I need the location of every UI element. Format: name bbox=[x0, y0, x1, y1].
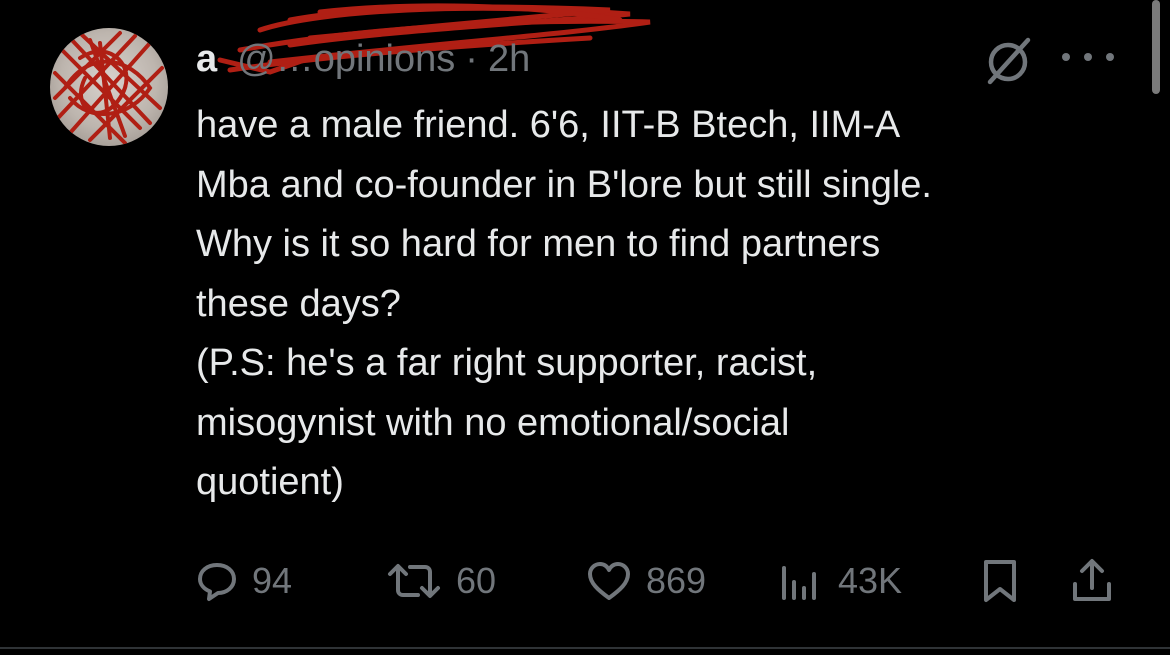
post-text-line: quotient) bbox=[196, 461, 344, 503]
post-text-line: misogynist with no emotional/social bbox=[196, 401, 790, 444]
views-button[interactable]: 43K bbox=[780, 556, 902, 606]
more-dot bbox=[1062, 53, 1070, 61]
post-text-line: Why is it so hard for men to find partne… bbox=[196, 223, 881, 265]
heart-icon bbox=[588, 562, 630, 600]
post-header: a @…opinions · 2h bbox=[196, 36, 530, 82]
repost-icon bbox=[388, 564, 440, 598]
post: a @…opinions · 2h have a male friend. 6'… bbox=[0, 0, 1170, 655]
author-name[interactable]: a bbox=[196, 38, 217, 81]
more-dot bbox=[1084, 53, 1092, 61]
post-text-line: these days? bbox=[196, 282, 401, 325]
more-dot bbox=[1106, 53, 1114, 61]
bookmark-button[interactable] bbox=[980, 556, 1020, 606]
post-text-line: (P.S: he's a far right supporter, racist… bbox=[196, 342, 818, 384]
share-icon bbox=[1073, 559, 1111, 601]
reply-count: 94 bbox=[252, 560, 293, 601]
like-count: 869 bbox=[646, 560, 707, 601]
views-bars-icon bbox=[782, 566, 816, 600]
post-text: have a male friend. 6'6, IIT-B Btech, II… bbox=[196, 96, 1136, 513]
post-text-line: have a male friend. 6'6, IIT-B Btech, II… bbox=[196, 104, 901, 146]
more-icon[interactable] bbox=[1062, 44, 1114, 70]
reply-icon bbox=[198, 563, 236, 601]
share-button[interactable] bbox=[1070, 556, 1114, 606]
scrollbar[interactable] bbox=[1152, 0, 1160, 94]
post-text-line: Mba and co-founder in B'lore but still s… bbox=[196, 163, 932, 206]
like-button[interactable]: 869 bbox=[586, 556, 706, 606]
grok-icon[interactable] bbox=[984, 36, 1034, 86]
author-handle[interactable]: @…opinions bbox=[237, 38, 455, 81]
action-bar: 94 60 869 43K bbox=[196, 556, 1116, 606]
avatar[interactable] bbox=[50, 28, 168, 146]
header-separator: · bbox=[465, 37, 478, 80]
view-count: 43K bbox=[838, 560, 903, 601]
repost-button[interactable]: 60 bbox=[386, 556, 496, 606]
repost-count: 60 bbox=[456, 560, 497, 601]
post-time[interactable]: 2h bbox=[488, 38, 530, 81]
reply-button[interactable]: 94 bbox=[196, 556, 292, 606]
redaction-scribble bbox=[53, 31, 164, 145]
post-divider bbox=[0, 647, 1170, 649]
bookmark-icon bbox=[984, 560, 1016, 602]
